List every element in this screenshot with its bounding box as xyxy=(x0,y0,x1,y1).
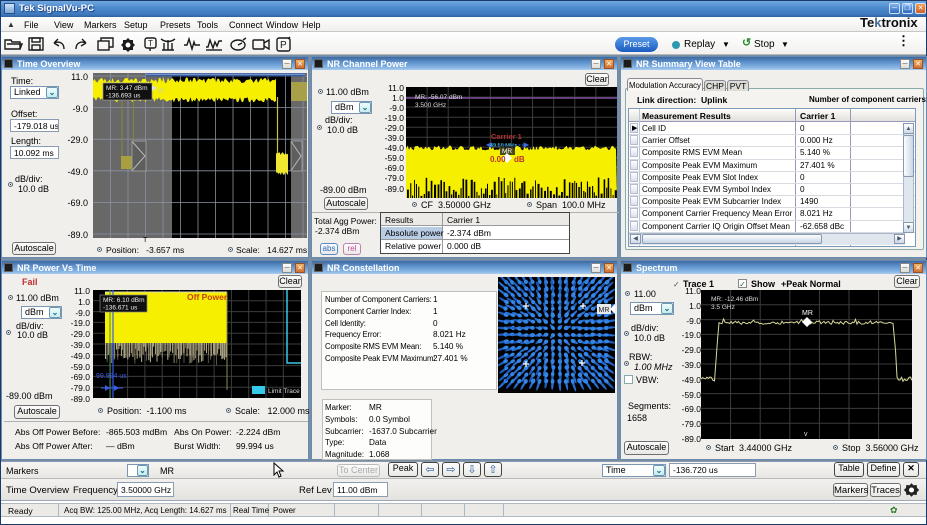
svg-text:MR: -56.07 dBm: MR: -56.07 dBm xyxy=(415,94,462,101)
svg-text:MR: MR xyxy=(802,310,813,317)
svg-text:3.500 GHz: 3.500 GHz xyxy=(415,102,446,109)
svg-text:P: P xyxy=(280,40,287,51)
svg-text:99.994 us: 99.994 us xyxy=(96,373,127,380)
svg-text:R: R xyxy=(159,88,164,95)
svg-text:-136.671 us: -136.671 us xyxy=(103,305,138,312)
svg-text:dB: dB xyxy=(514,155,525,164)
svg-text:T: T xyxy=(148,39,153,48)
svg-text:MR: 3.47 dBm: MR: 3.47 dBm xyxy=(106,85,148,92)
svg-text:MR: -12.46 dBm: MR: -12.46 dBm xyxy=(711,296,758,303)
svg-text:-136.693 us: -136.693 us xyxy=(106,93,141,100)
svg-text:3.5 GHz: 3.5 GHz xyxy=(711,304,735,311)
svg-text:Off Power: Off Power xyxy=(187,292,228,302)
svg-text:0.00: 0.00 xyxy=(490,155,506,164)
svg-text:MR: 6.10 dBm: MR: 6.10 dBm xyxy=(103,297,145,304)
svg-text:MR: MR xyxy=(599,307,610,314)
svg-text:Carrier 1: Carrier 1 xyxy=(491,132,522,141)
svg-text:Limit Trace: Limit Trace xyxy=(268,388,300,395)
svg-text:v: v xyxy=(804,431,808,438)
